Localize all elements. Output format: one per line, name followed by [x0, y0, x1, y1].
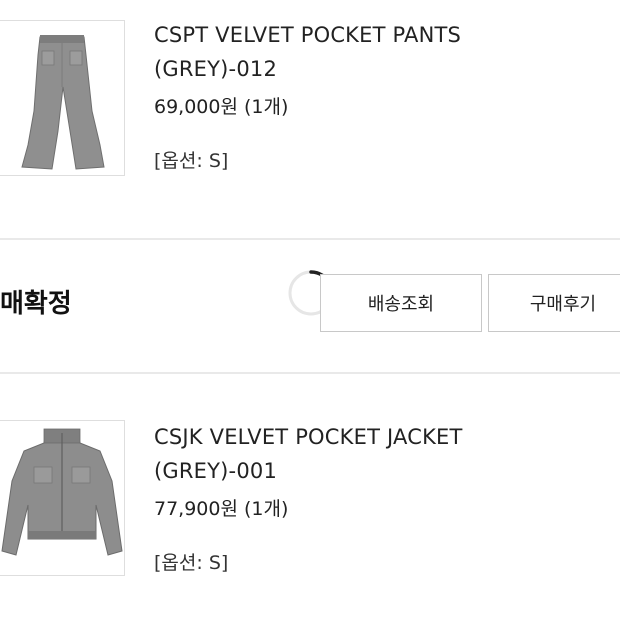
product-name-variant[interactable]: (GREY)-012 [154, 52, 604, 86]
section-divider [0, 372, 620, 374]
product-name[interactable]: CSJK VELVET POCKET JACKET [154, 420, 604, 454]
product-image-jacket[interactable] [0, 420, 125, 576]
product-price: 77,900원 (1개) [154, 498, 289, 520]
product-name[interactable]: CSPT VELVET POCKET PANTS [154, 18, 604, 52]
product-info-pants: CSPT VELVET POCKET PANTS (GREY)-012 69,0… [154, 18, 604, 174]
product-name-variant[interactable]: (GREY)-001 [154, 454, 604, 488]
track-delivery-button[interactable]: 배송조회 [320, 274, 482, 332]
product-option: [옵션: S] [154, 552, 229, 574]
pants-icon [21, 35, 105, 170]
section-divider [0, 238, 620, 240]
product-price: 69,000원 (1개) [154, 96, 289, 118]
order-status-label: 매확정 [0, 289, 72, 319]
jacket-icon [1, 428, 123, 556]
product-info-jacket: CSJK VELVET POCKET JACKET (GREY)-001 77,… [154, 420, 604, 576]
product-image-pants[interactable] [0, 20, 125, 176]
product-option: [옵션: S] [154, 150, 229, 172]
write-review-button[interactable]: 구매후기 [488, 274, 620, 332]
